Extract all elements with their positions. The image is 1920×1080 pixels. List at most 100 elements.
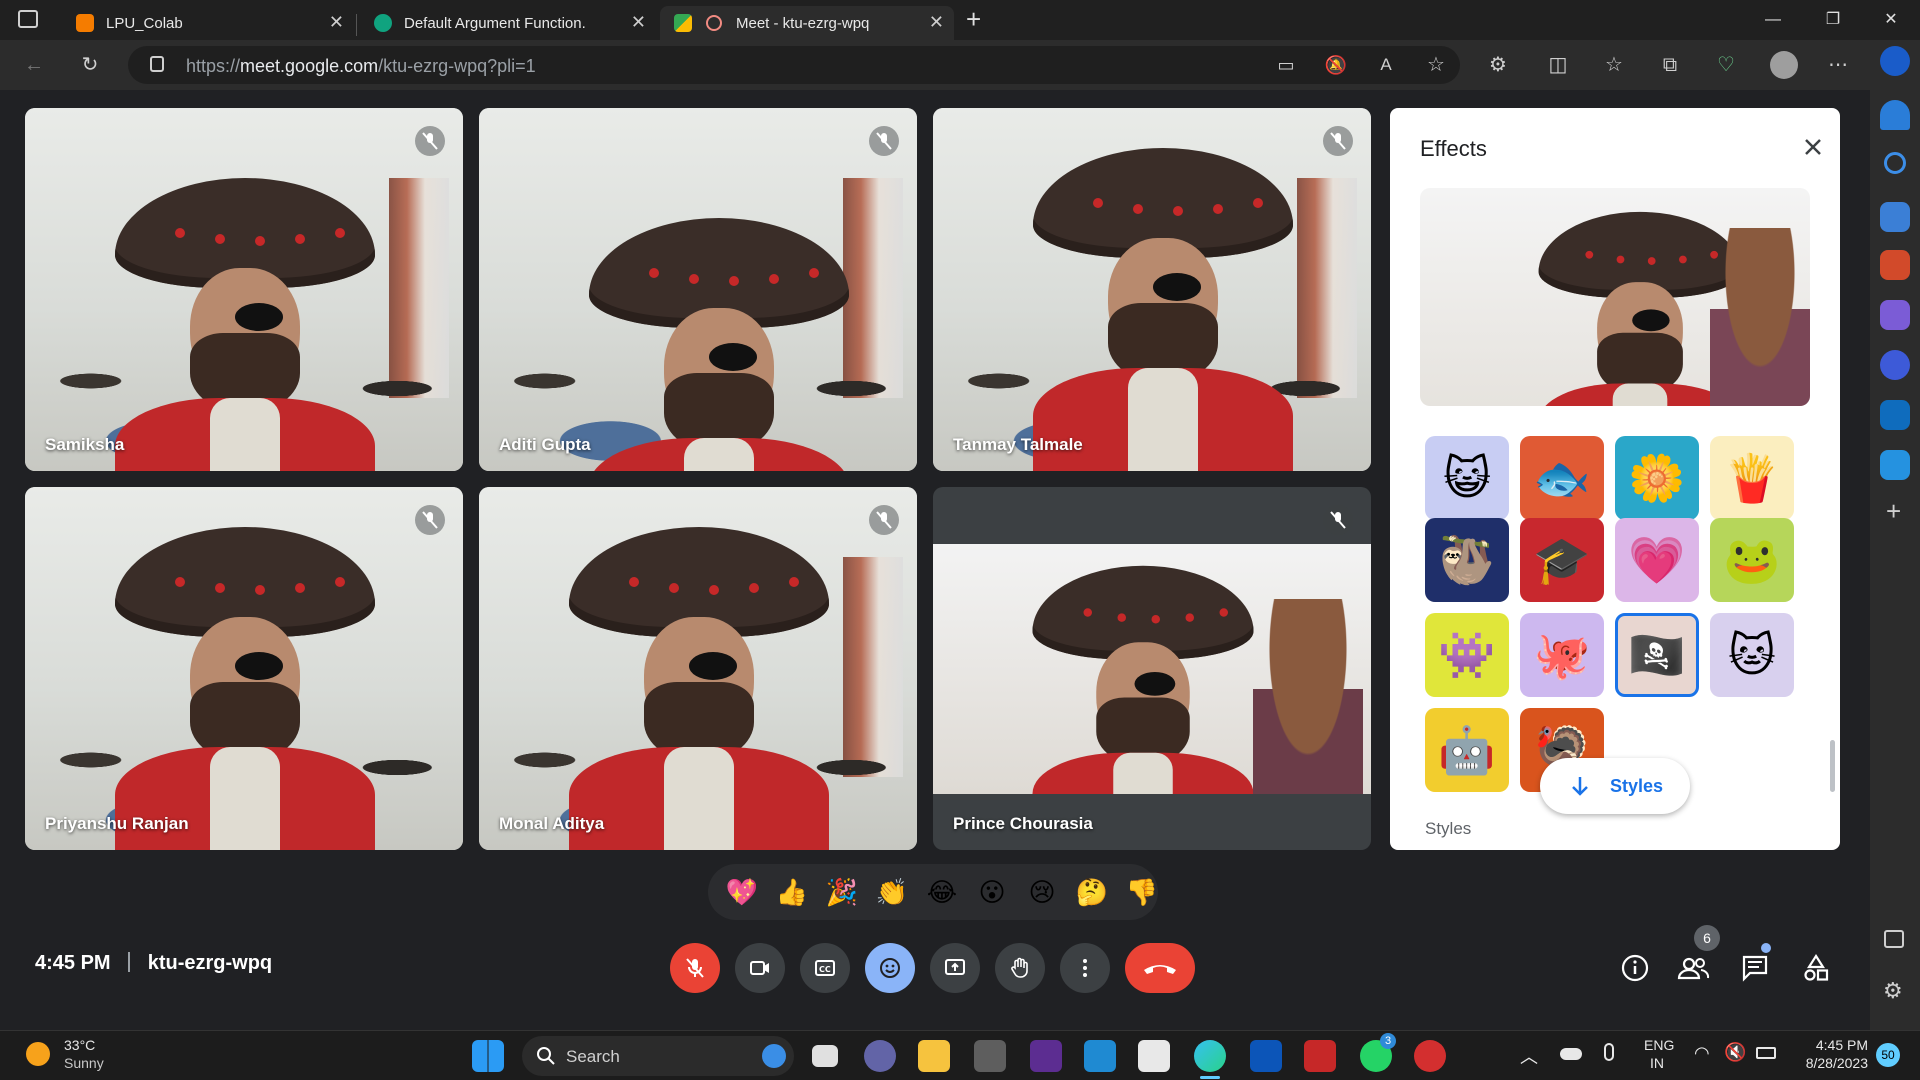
tab-actions-icon[interactable]: [18, 10, 38, 28]
sidebar-settings-icon[interactable]: ⚙: [1883, 978, 1903, 1004]
language-primary[interactable]: ENG: [1644, 1037, 1674, 1053]
language-region[interactable]: IN: [1650, 1055, 1664, 1071]
copilot-icon[interactable]: [1880, 46, 1910, 76]
more-options-button[interactable]: [1060, 943, 1110, 993]
visual-studio-icon[interactable]: [1030, 1040, 1062, 1072]
participant-tile[interactable]: Prince Chourasia: [933, 487, 1371, 850]
thinking-reaction[interactable]: 🤔: [1072, 874, 1112, 910]
microphone-icon[interactable]: [1604, 1043, 1614, 1061]
surprised-reaction[interactable]: 😮: [972, 874, 1012, 910]
laughing-reaction[interactable]: 😂: [922, 874, 962, 910]
onedrive-cloud-icon[interactable]: [1560, 1048, 1582, 1060]
split-screen-icon[interactable]: ◫: [1540, 47, 1576, 83]
edge-browser-icon[interactable]: [1194, 1040, 1226, 1072]
refresh-icon[interactable]: ↻: [72, 47, 108, 83]
close-effects-icon[interactable]: [1798, 132, 1828, 162]
microsoft-365-icon[interactable]: [1880, 350, 1910, 380]
wifi-icon[interactable]: ◠: [1694, 1043, 1710, 1064]
present-screen-button[interactable]: [930, 943, 980, 993]
effect-tile[interactable]: 🍟: [1710, 436, 1794, 520]
sparkling-heart-reaction[interactable]: 💖: [722, 874, 762, 910]
effect-tile[interactable]: 🐙: [1520, 613, 1604, 697]
participant-tile[interactable]: Tanmay Talmale: [933, 108, 1371, 471]
outlook-icon[interactable]: [1880, 400, 1910, 430]
effects-scrollbar[interactable]: [1830, 740, 1835, 792]
show-hidden-icons[interactable]: ︿: [1520, 1043, 1538, 1069]
sad-reaction[interactable]: 😢: [1022, 874, 1062, 910]
start-windows-icon[interactable]: [472, 1040, 504, 1072]
games-icon[interactable]: [1880, 300, 1910, 330]
effect-tile[interactable]: 🐟: [1520, 436, 1604, 520]
shopping-tag-icon[interactable]: [1880, 202, 1910, 232]
task-view-icon[interactable]: [812, 1045, 838, 1067]
weather-temperature[interactable]: 33°C: [64, 1037, 95, 1053]
thumbs-down-reaction[interactable]: 👎: [1122, 874, 1162, 910]
address-bar[interactable]: https://meet.google.com/ktu-ezrg-wpq?pli…: [128, 46, 1460, 84]
add-sidebar-app-icon[interactable]: +: [1886, 496, 1901, 527]
sidebar-toggle-icon[interactable]: [1884, 930, 1904, 948]
emoji-reactions-button[interactable]: [865, 943, 915, 993]
read-aloud-icon[interactable]: A: [1368, 47, 1404, 83]
participant-tile[interactable]: Aditi Gupta: [479, 108, 917, 471]
drop-send-icon[interactable]: [1880, 450, 1910, 480]
clapping-reaction[interactable]: 👏: [872, 874, 912, 910]
github-desktop-icon[interactable]: [974, 1040, 1006, 1072]
new-tab-icon[interactable]: +: [966, 4, 981, 35]
effect-tile-selected[interactable]: 🏴‍☠️: [1615, 613, 1699, 697]
thumbs-up-reaction[interactable]: 👍: [772, 874, 812, 910]
participant-tile[interactable]: Priyanshu Ranjan: [25, 487, 463, 850]
effect-tile[interactable]: 🤖: [1425, 708, 1509, 792]
effect-tile[interactable]: 😺: [1425, 436, 1509, 520]
effect-tile[interactable]: 🦥: [1425, 518, 1509, 602]
people-button[interactable]: [1673, 948, 1713, 988]
party-popper-reaction[interactable]: 🎉: [822, 874, 862, 910]
styles-jump-button[interactable]: Styles: [1540, 758, 1690, 814]
url-text[interactable]: https://meet.google.com/ktu-ezrg-wpq?pli…: [186, 56, 536, 77]
effect-tile[interactable]: 💗: [1615, 518, 1699, 602]
vscode-icon[interactable]: [1084, 1040, 1116, 1072]
camera-toggle-button[interactable]: [735, 943, 785, 993]
browser-essentials-icon[interactable]: ♡: [1708, 47, 1744, 83]
participant-tile[interactable]: Monal Aditya: [479, 487, 917, 850]
close-window-icon[interactable]: ✕: [1868, 6, 1914, 34]
screen-recorder-icon[interactable]: [1414, 1040, 1446, 1072]
microsoft-store-icon[interactable]: [1138, 1040, 1170, 1072]
extensions-icon[interactable]: ⚙: [1480, 47, 1516, 83]
notification-count-badge[interactable]: 50: [1876, 1043, 1900, 1067]
tab-default-argument[interactable]: Default Argument Function. ✕: [360, 6, 656, 40]
weather-sun-icon[interactable]: [26, 1042, 50, 1066]
close-tab-icon[interactable]: ✕: [929, 12, 944, 33]
mic-toggle-button[interactable]: [670, 943, 720, 993]
meeting-details-button[interactable]: [1615, 948, 1655, 988]
close-tab-icon[interactable]: ✕: [631, 12, 646, 33]
minimize-icon[interactable]: —: [1750, 6, 1796, 34]
search-icon[interactable]: [1884, 152, 1906, 174]
tab-meet[interactable]: Meet - ktu-ezrg-wpq ✕: [660, 6, 954, 40]
effect-tile[interactable]: 🐱: [1710, 613, 1794, 697]
notification-bell-icon[interactable]: [1880, 100, 1910, 130]
effect-tile[interactable]: 👾: [1425, 613, 1509, 697]
chat-button[interactable]: [1735, 948, 1775, 988]
tab-lpu-colab[interactable]: LPU_Colab ✕: [62, 6, 354, 40]
clock-date[interactable]: 8/28/2023: [1790, 1055, 1868, 1071]
weather-description[interactable]: Sunny: [64, 1055, 104, 1071]
teams-chat-icon[interactable]: [864, 1040, 896, 1072]
effect-tile[interactable]: 🎓: [1520, 518, 1604, 602]
taskbar-search[interactable]: Search: [522, 1036, 794, 1076]
close-tab-icon[interactable]: ✕: [329, 12, 344, 33]
lock-icon[interactable]: [150, 56, 164, 72]
raise-hand-button[interactable]: [995, 943, 1045, 993]
camera-permission-icon[interactable]: ▭: [1268, 47, 1304, 83]
clock-time[interactable]: 4:45 PM: [1798, 1037, 1868, 1053]
restore-icon[interactable]: ❐: [1810, 6, 1856, 34]
tools-briefcase-icon[interactable]: [1880, 250, 1910, 280]
leave-call-button[interactable]: [1125, 943, 1195, 993]
more-options-icon[interactable]: ⋯: [1820, 47, 1856, 83]
favorites-icon[interactable]: ☆: [1596, 47, 1632, 83]
activities-button[interactable]: [1796, 948, 1836, 988]
notifications-blocked-icon[interactable]: 🔕: [1318, 47, 1354, 83]
captions-button[interactable]: CC: [800, 943, 850, 993]
effect-tile[interactable]: 🌼: [1615, 436, 1699, 520]
back-icon[interactable]: ←: [16, 47, 52, 83]
battery-icon[interactable]: [1756, 1047, 1776, 1059]
